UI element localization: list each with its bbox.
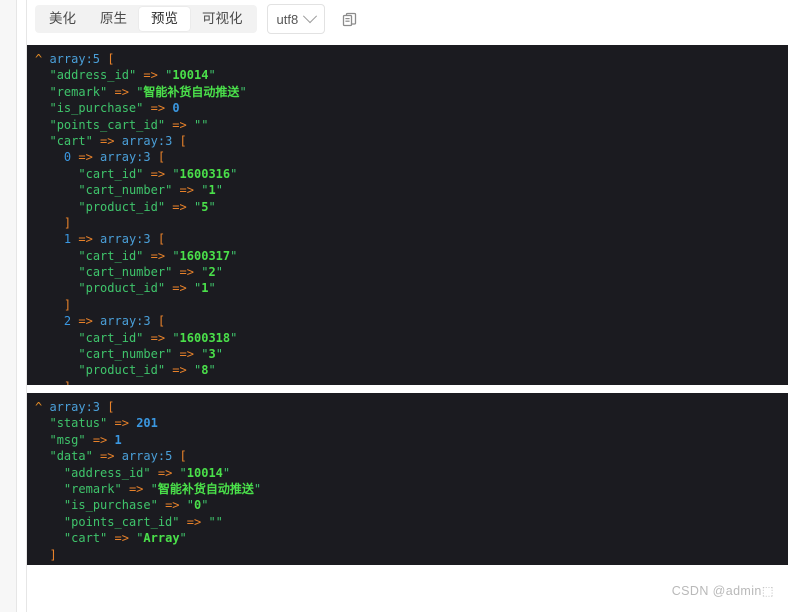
code-line: "product_id" => "8" bbox=[78, 363, 216, 378]
code-line: 0 => array:3 [ bbox=[63, 150, 166, 165]
code-panel-response[interactable]: ^ array:3 [ "status" => 201 "msg" => 1 "… bbox=[27, 393, 788, 565]
code-line: "address_id" => "10014" bbox=[49, 68, 216, 83]
code-line: "cart_number" => "3" bbox=[78, 347, 223, 362]
encoding-select[interactable]: utf8 bbox=[266, 4, 326, 34]
chevron-down-icon bbox=[303, 9, 318, 24]
view-mode-tab-1[interactable]: 原生 bbox=[88, 7, 139, 31]
code-line: "cart_number" => "2" bbox=[78, 265, 223, 280]
code-line: "cart_id" => "1600318" bbox=[78, 330, 238, 345]
code-line: "points_cart_id" => "" bbox=[49, 117, 209, 132]
code-panel-request[interactable]: ^ array:5 [ "address_id" => "10014" "rem… bbox=[27, 45, 788, 385]
view-mode-tab-3[interactable]: 可视化 bbox=[190, 7, 255, 31]
code-line: ^ array:3 [ bbox=[35, 400, 115, 414]
window-left-gutter bbox=[17, 0, 27, 612]
response-toolbar: 美化 原生 预览 可视化 utf8 bbox=[27, 0, 788, 38]
code-line: "address_id" => "10014" bbox=[63, 465, 231, 480]
code-line: "cart" => array:3 [ bbox=[49, 133, 187, 148]
view-mode-tab-0[interactable]: 美化 bbox=[37, 7, 88, 31]
code-line: "cart" => "Array" bbox=[63, 531, 187, 546]
code-line: 2 => array:3 [ bbox=[63, 314, 166, 329]
code-line: "msg" => 1 bbox=[49, 432, 122, 447]
code-line: ] bbox=[63, 297, 72, 312]
code-line: ] bbox=[63, 215, 72, 230]
code-line: "product_id" => "1" bbox=[78, 281, 216, 296]
encoding-select-value: utf8 bbox=[276, 11, 299, 27]
copy-button[interactable] bbox=[337, 7, 361, 31]
code-line: ] bbox=[35, 379, 788, 385]
code-line: ] bbox=[35, 563, 788, 565]
code-line: ^ array:5 [ bbox=[35, 52, 115, 66]
code-line: "data" => array:5 [ bbox=[49, 449, 187, 464]
view-mode-tab-2[interactable]: 预览 bbox=[139, 7, 190, 31]
view-mode-tabs: 美化 原生 预览 可视化 bbox=[35, 5, 257, 33]
code-body: ^ array:3 [ "status" => 201 "msg" => 1 "… bbox=[27, 393, 788, 565]
code-line: "remark" => "智能补货自动推送" bbox=[49, 84, 247, 99]
code-line: ] bbox=[49, 547, 57, 562]
code-line: "cart_id" => "1600317" bbox=[78, 248, 238, 263]
code-line: "is_purchase" => "0" bbox=[63, 498, 209, 513]
window-left-rail bbox=[0, 0, 17, 612]
code-line: "points_cart_id" => "" bbox=[63, 514, 223, 529]
watermark: CSDN @admin⬚ bbox=[671, 584, 774, 598]
code-line: "product_id" => "5" bbox=[78, 199, 216, 214]
code-line: "cart_id" => "1600316" bbox=[78, 166, 238, 181]
code-body: ^ array:5 [ "address_id" => "10014" "rem… bbox=[27, 45, 788, 385]
code-line: "is_purchase" => 0 bbox=[49, 101, 180, 116]
code-line: "remark" => "智能补货自动推送" bbox=[63, 481, 262, 496]
copy-icon bbox=[342, 12, 356, 26]
code-line: 1 => array:3 [ bbox=[63, 232, 166, 247]
code-line: "cart_number" => "1" bbox=[78, 183, 223, 198]
code-line: "status" => 201 bbox=[49, 416, 158, 431]
